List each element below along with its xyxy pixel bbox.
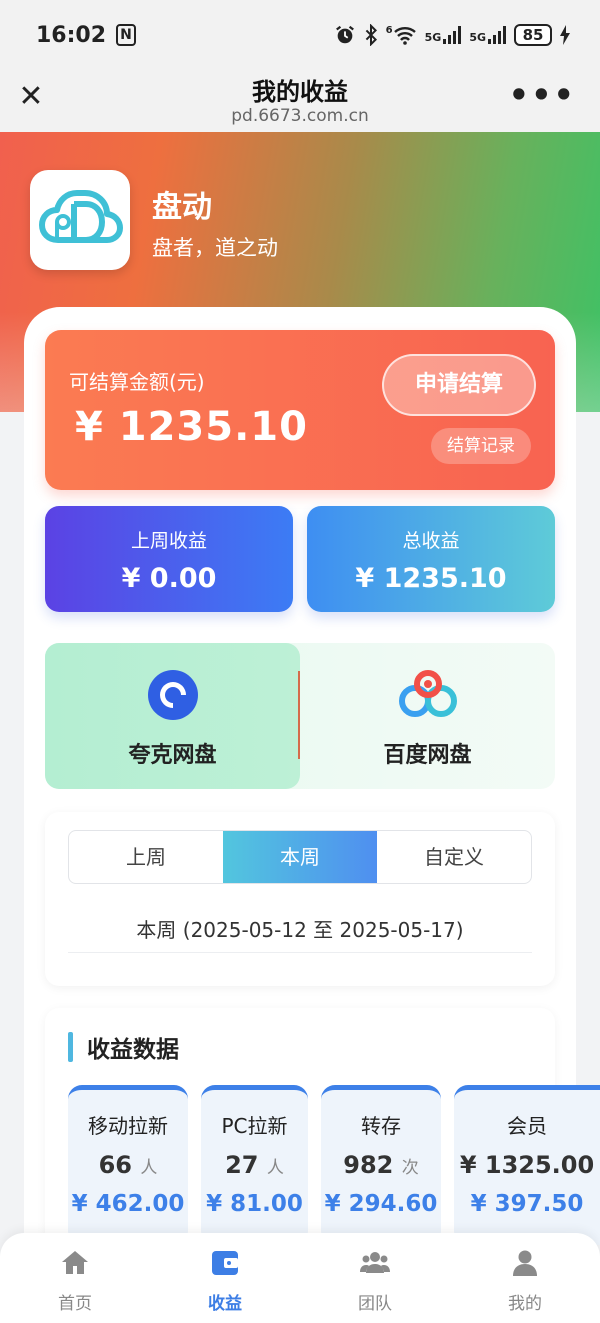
metric-count-group: 27 人 [201,1151,308,1179]
period-tabs: 上周 本周 自定义 [68,830,532,884]
nfc-icon: N [116,24,137,46]
metric-money: ¥ 397.50 [470,1191,584,1217]
status-time: 16:02 [36,22,107,48]
tab-last-week[interactable]: 上周 [69,831,223,883]
signal-group-2: 5G [469,26,506,44]
metric-count: ¥ 1325.00 [459,1151,595,1179]
status-icons: 6 5G 5G 85 [334,24,570,46]
date-range: 本周 (2025-05-12 至 2025-05-17) [136,918,464,942]
disk-option-quark[interactable]: 夸克网盘 [45,643,300,789]
total-label: 总收益 [402,530,460,552]
wifi-group: 6 [386,25,417,45]
signal-icon [443,26,462,44]
tab-team[interactable]: 团队 [300,1233,450,1323]
metric-card-pc-new: PC拉新 27 人 ¥ 81.00 [201,1085,308,1245]
metric-count: 66 [98,1151,133,1179]
section-title: 收益数据 [87,1037,179,1063]
total-earnings-card: 总收益 ¥ 1235.10 [307,506,555,612]
signal-icon [488,26,506,44]
browser-navbar: ✕ 我的收益 pd.6673.com.cn ••• [0,70,600,132]
tab-mine[interactable]: 我的 [450,1233,600,1323]
signal-group-1: 5G [425,26,462,44]
settle-amount: ¥ 1235.10 [75,404,308,450]
battery-icon: 85 [514,24,552,46]
metric-card-transfer: 转存 982 次 ¥ 294.60 [321,1085,441,1245]
disk-name: 夸克网盘 [128,743,217,768]
metric-count: 982 [343,1151,394,1179]
section-accent-bar [68,1032,73,1062]
metric-name: 转存 [361,1114,401,1138]
tab-earnings[interactable]: 收益 [150,1233,300,1323]
metric-count: 27 [225,1151,259,1179]
status-bar: 16:02 N 6 5G 5G 85 [0,0,600,70]
metric-money: ¥ 462.00 [71,1191,185,1217]
metric-name: 会员 [507,1114,547,1138]
metric-money: ¥ 81.00 [206,1191,303,1217]
metric-card-mobile-new: 移动拉新 66 人 ¥ 462.00 [68,1085,188,1245]
disk-selector: 夸克网盘 百度网盘 [45,643,555,789]
metric-unit: 次 [401,1158,419,1178]
bottom-tab-bar: 首页 收益 团队 我的 [0,1233,600,1323]
app-logo [30,170,130,270]
tab-label: 团队 [358,1294,392,1314]
metric-unit: 人 [140,1158,158,1178]
alarm-icon [335,25,354,44]
last-week-label: 上周收益 [130,530,207,552]
home-icon [62,1251,88,1274]
tab-home[interactable]: 首页 [0,1233,150,1323]
metric-unit: 人 [266,1158,284,1178]
settle-record-button[interactable]: 结算记录 [431,428,531,464]
metric-count-group: 982 次 [321,1151,441,1179]
wallet-icon [212,1251,238,1275]
last-week-earnings-card: 上周收益 ¥ 0.00 [45,506,293,612]
charging-icon [560,25,570,45]
tab-custom[interactable]: 自定义 [377,831,531,883]
wifi-icon [393,27,416,45]
network-type-2: 5G [469,31,486,44]
apply-settle-button[interactable]: 申请结算 [382,354,536,416]
tab-this-week[interactable]: 本周 [223,831,377,883]
metric-count-group: ¥ 1325.00 [454,1151,600,1179]
cloud-logo-icon [39,190,123,243]
network-type-1: 5G [424,31,442,44]
metric-money: ¥ 294.60 [324,1191,438,1217]
metric-card-member: 会员 ¥ 1325.00 ¥ 397.50 [454,1085,600,1245]
baidu-netdisk-icon [399,670,457,717]
tab-label: 首页 [58,1294,92,1314]
wifi-version: 6 [385,25,393,36]
divider [68,952,532,953]
team-icon [360,1252,390,1273]
more-icon[interactable]: ••• [509,76,576,114]
brand-name: 盘动 [152,190,212,225]
tab-label: 收益 [208,1294,242,1314]
settle-label: 可结算金额(元) [69,370,205,394]
period-selector: 上周 本周 自定义 本周 (2025-05-12 至 2025-05-17) [45,812,555,986]
metric-name: 移动拉新 [88,1114,168,1138]
bluetooth-icon [365,24,377,46]
brand-slogan: 盘者，道之动 [152,236,278,260]
user-icon [513,1250,537,1276]
last-week-value: ¥ 0.00 [121,563,217,594]
metric-count-group: 66 人 [68,1151,188,1179]
disk-name: 百度网盘 [383,743,472,768]
tab-label: 我的 [508,1294,542,1314]
disk-option-baidu[interactable]: 百度网盘 [300,643,555,789]
metric-name: PC拉新 [221,1114,288,1138]
settle-card: 可结算金额(元) ¥ 1235.10 申请结算 结算记录 [45,330,555,490]
quark-icon [148,670,198,720]
total-value: ¥ 1235.10 [355,563,507,594]
status-time-group: 16:02 N [36,22,137,48]
